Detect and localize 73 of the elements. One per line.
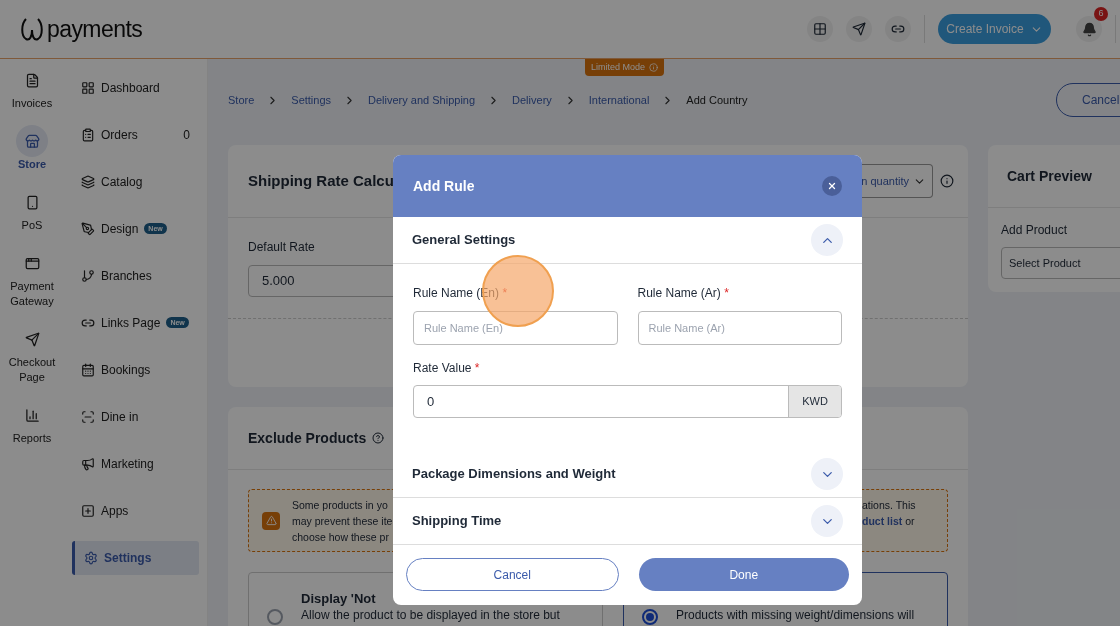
rule-name-field[interactable]: Rule Name (En) [413,311,618,345]
grid-icon [81,80,95,95]
order-count: 0 [183,126,190,144]
grid-icon[interactable] [807,16,833,42]
link-icon[interactable] [885,16,911,42]
radio-button[interactable] [642,609,658,625]
rule-name-field[interactable]: Rule Name (Ar) [637,311,842,345]
breadcrumb-link[interactable]: Delivery and Shipping [368,91,476,109]
rail-item[interactable]: Invoices [2,64,62,111]
done-button[interactable]: Done [638,558,849,591]
send-icon[interactable] [846,16,872,42]
scan-icon [81,409,95,424]
sidebar-item[interactable]: Apps [72,493,199,528]
help-icon[interactable] [372,432,385,444]
sidebar-item[interactable]: Marketing [72,446,199,481]
apps-icon [81,503,95,518]
bell-icon [1081,21,1097,37]
pen-icon [81,221,95,236]
sidebar-item[interactable]: Branches [72,258,199,293]
product-select[interactable]: Select Product [1001,247,1120,279]
cancel-button[interactable]: Cancel [1056,83,1120,117]
megaphone-icon [81,456,95,471]
close-icon [827,181,837,191]
breadcrumb-link[interactable]: Store [228,91,255,109]
sidebar-item[interactable]: Settings [72,540,199,575]
sidebar-item[interactable]: Dine in [72,399,199,434]
section-header[interactable]: Shipping Time [393,498,862,545]
breadcrumb-link[interactable]: International [588,91,650,109]
breadcrumb-link[interactable]: Settings [291,91,332,109]
notice-text: may prevent these ite [292,513,393,529]
rail-item[interactable]: PoS [2,186,62,233]
rate-value-field[interactable]: 0 KWD [413,385,842,418]
notifications-button[interactable] [1076,16,1102,42]
sidebar-item[interactable]: Catalog [72,164,199,199]
option-title: Display 'Not [301,591,377,607]
field-label: Add Product [1001,222,1069,239]
field-label: Rate Value * [413,360,480,377]
store-icon [16,125,48,157]
field-label: Rule Name (Ar) * [637,285,729,302]
dialog-title: Add Rule [413,176,475,196]
currency-addon: KWD [788,386,841,417]
notice-text: ations. This [862,498,916,513]
calendar-icon [81,362,95,377]
sidebar-item[interactable]: Orders 0 [72,117,199,152]
logo: payments [20,16,143,42]
rail-item[interactable]: Payment Gateway [2,247,62,309]
notification-badge: 6 [1094,7,1108,21]
radio-button[interactable] [267,609,283,625]
clipboard-icon [81,127,95,142]
warning-icon [262,511,280,530]
branch-icon [81,268,95,283]
breadcrumb-current: Add Country [686,92,748,108]
section-header[interactable]: Package Dimensions and Weight [393,451,862,498]
rail-item[interactable]: Store [2,125,62,172]
card-title: Shipping Rate Calcu [248,170,394,191]
settings-icon [84,550,98,565]
card-title: Exclude Products [248,428,367,448]
breadcrumb-link[interactable]: Delivery [512,91,552,109]
sidebar-item[interactable]: Bookings [72,352,199,387]
notice-text: choose how these pr [292,529,390,545]
card-title: Cart Preview [1007,166,1092,186]
rail-item[interactable]: Checkout Page [2,323,62,385]
rail-item[interactable]: Reports [2,399,62,446]
close-button[interactable] [822,176,842,196]
info-icon[interactable] [940,174,954,188]
sidebar-item[interactable]: Dashboard [72,70,199,105]
option-description: Allow the product to be displayed in the store but [301,607,560,623]
layers-icon [81,174,95,189]
option-description: Products with missing weight/dimensions will [676,607,915,623]
notice-text: Some products in yo [292,497,389,513]
logo-icon [20,16,46,42]
notice-text: duct list or [862,514,916,529]
field-label: Default Rate [248,239,315,256]
